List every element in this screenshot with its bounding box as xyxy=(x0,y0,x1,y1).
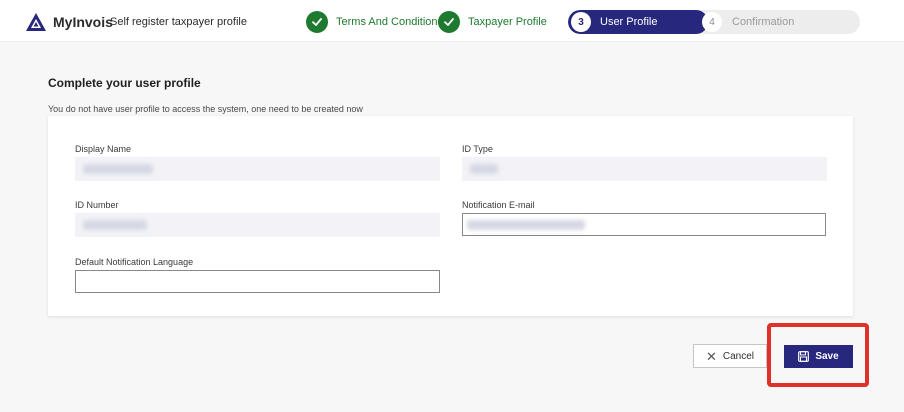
step-number: 4 xyxy=(702,12,722,32)
floppy-disk-icon xyxy=(798,351,810,362)
id-type-field xyxy=(462,157,827,181)
step-user-profile[interactable]: 3 User Profile xyxy=(568,10,708,34)
redacted-value xyxy=(83,164,153,174)
cancel-label: Cancel xyxy=(722,350,755,362)
save-label: Save xyxy=(815,351,839,362)
app-name: MyInvois xyxy=(53,14,113,30)
step-label: User Profile xyxy=(600,16,658,28)
page-description: You do not have user profile to access t… xyxy=(48,104,363,114)
step-label: Terms And Conditions xyxy=(336,16,443,28)
display-name-field xyxy=(75,157,440,181)
close-icon: ✕ xyxy=(705,348,717,364)
step-confirmation[interactable]: 4 Confirmation xyxy=(702,12,794,32)
redacted-value xyxy=(470,164,498,174)
step-label: Taxpayer Profile xyxy=(468,16,547,28)
myinvois-logo-icon xyxy=(26,13,46,31)
redacted-value xyxy=(467,220,585,230)
save-button[interactable]: Save xyxy=(784,345,853,368)
user-profile-form: Display Name ID Type ID Number Notificat… xyxy=(48,116,853,316)
stepper-track: 3 User Profile 4 Confirmation xyxy=(568,10,860,34)
check-icon xyxy=(306,11,328,33)
default-language-input[interactable] xyxy=(75,270,440,293)
notification-email-label: Notification E-mail xyxy=(462,200,535,210)
id-type-label: ID Type xyxy=(462,144,493,154)
step-taxpayer-profile[interactable]: Taxpayer Profile xyxy=(438,10,547,34)
step-terms-and-conditions[interactable]: Terms And Conditions xyxy=(306,10,443,34)
step-number: 3 xyxy=(571,12,591,32)
default-language-label: Default Notification Language xyxy=(75,257,194,267)
check-icon xyxy=(438,11,460,33)
notification-email-input[interactable] xyxy=(462,213,826,236)
id-number-label: ID Number xyxy=(75,200,119,210)
page-title: Complete your user profile xyxy=(48,76,201,90)
step-label: Confirmation xyxy=(732,16,795,28)
redacted-value xyxy=(83,220,147,230)
display-name-label: Display Name xyxy=(75,144,132,154)
app-subtitle: Self register taxpayer profile xyxy=(110,16,247,28)
id-number-field xyxy=(75,213,440,237)
cancel-button[interactable]: ✕ Cancel xyxy=(693,344,767,368)
